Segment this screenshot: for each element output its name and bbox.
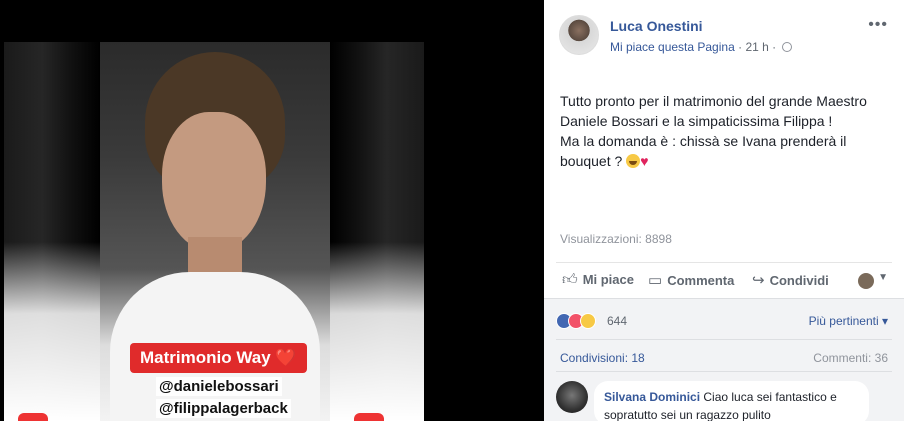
laughing-emoji-icon — [626, 154, 641, 168]
shares-link[interactable]: Condivisioni: 18 — [560, 351, 645, 365]
post-text-line: Ma la domanda è : chissà se Ivana prende… — [560, 133, 847, 149]
views-number: 8898 — [645, 232, 672, 246]
divider — [556, 371, 892, 372]
speech-bubble-icon: ▭ — [648, 272, 663, 289]
views-label: Visualizzazioni: — [560, 232, 642, 246]
post-meta: Mi piace questa Pagina · 21 h · — [610, 40, 793, 54]
reactions-section: 644 Più pertinenti ▾ Condivisioni: 18 Co… — [544, 298, 904, 421]
story-mention-2: @filippalagerback — [156, 399, 291, 418]
like-label: Mi piace — [582, 272, 634, 287]
post-text: Tutto pronto per il matrimonio del grand… — [560, 91, 890, 171]
post-timestamp[interactable]: 21 h — [745, 40, 768, 54]
thumbs-up-icon: 👍︎ — [562, 271, 578, 288]
more-options-icon[interactable]: ••• — [868, 16, 888, 34]
meta-separator: · — [738, 40, 743, 54]
meta-separator-2: · — [772, 40, 777, 54]
haha-reaction-icon — [580, 313, 596, 329]
post-text-line: Daniele Bossari e la simpaticissima Fili… — [560, 113, 833, 129]
story-sticker: Matrimonio Way ❤️ — [130, 343, 307, 373]
post-text-line-last: bouquet ? ♥ — [560, 151, 890, 171]
comment-bubble: Silvana Dominici Ciao luca sei fantastic… — [594, 381, 869, 421]
video-player[interactable]: Matrimonio Way ❤️ @danielebossari @filip… — [4, 42, 424, 421]
page-name-link[interactable]: Luca Onestini — [610, 18, 703, 34]
video-red-accent-right — [354, 413, 384, 421]
post-as-avatar[interactable] — [858, 273, 874, 289]
like-page-link[interactable]: Mi piace questa Pagina — [610, 40, 735, 54]
reaction-count[interactable]: 644 — [607, 314, 627, 328]
view-count: Visualizzazioni: 8898 — [560, 232, 672, 246]
share-label: Condividi — [769, 273, 829, 288]
post-panel: Luca Onestini Mi piace questa Pagina · 2… — [544, 0, 904, 421]
person-face — [162, 112, 266, 252]
comment-button[interactable]: ▭ Commenta — [648, 271, 734, 289]
commenter-avatar[interactable] — [556, 381, 588, 413]
post-text-fragment: bouquet ? — [560, 153, 623, 169]
story-mention-1: @danielebossari — [156, 377, 282, 396]
post-text-line: Tutto pronto per il matrimonio del grand… — [560, 93, 867, 109]
globe-icon — [782, 42, 793, 52]
comment-sort-dropdown[interactable]: Più pertinenti ▾ — [809, 314, 888, 328]
share-arrow-icon: ↪ — [752, 272, 765, 289]
video-blur-right — [330, 42, 424, 421]
like-button[interactable]: 👍︎ Mi piace — [562, 271, 634, 289]
comments-count-link[interactable]: Commenti: 36 — [813, 351, 888, 365]
divider — [556, 339, 892, 340]
page-avatar[interactable] — [559, 15, 599, 55]
share-button[interactable]: ↪ Condividi — [752, 271, 829, 289]
video-red-accent-left — [18, 413, 48, 421]
comment-author-link[interactable]: Silvana Dominici — [604, 390, 700, 404]
action-bar: 👍︎ Mi piace ▭ Commenta ↪ Condividi ▼ — [556, 262, 892, 298]
chevron-down-icon[interactable]: ▼ — [878, 272, 888, 283]
heart-emoji-icon: ♥ — [640, 153, 649, 169]
video-blur-left — [4, 42, 100, 421]
video-area[interactable]: Matrimonio Way ❤️ @danielebossari @filip… — [0, 0, 544, 421]
comment-label: Commenta — [667, 273, 735, 288]
